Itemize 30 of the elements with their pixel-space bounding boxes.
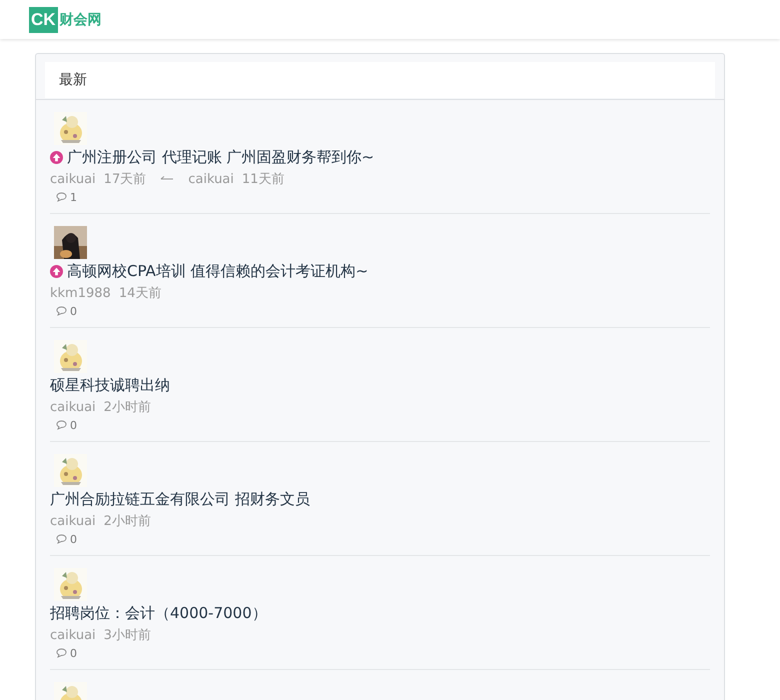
comment-icon	[56, 648, 67, 658]
post-title[interactable]: 广州注册公司 代理记账 广州固盈财务帮到你~	[67, 148, 374, 166]
post-title[interactable]: 招聘岗位：会计（4000-7000）	[50, 604, 267, 622]
post-time: 2小时前	[104, 399, 151, 416]
post-title[interactable]: 硕星科技诚聘出纳	[50, 376, 170, 394]
post-time: 17天前	[104, 171, 146, 188]
post-title[interactable]: 广州合励拉链五金有限公司 招财务文员	[50, 490, 310, 508]
comment-count: 0	[70, 532, 77, 546]
comment-icon	[56, 420, 67, 430]
author-name[interactable]: caikuai	[50, 400, 96, 414]
author-name[interactable]: caikuai	[50, 628, 96, 642]
author-name[interactable]: caikuai	[50, 514, 96, 528]
reply-author[interactable]: caikuai	[188, 172, 234, 186]
post-time: 2小时前	[104, 513, 151, 530]
heading-text: 最新	[59, 71, 87, 89]
comment-count: 0	[70, 646, 77, 660]
logo-name[interactable]: 财会网	[60, 10, 102, 28]
author-name[interactable]: caikuai	[50, 172, 96, 186]
post-time: 3小时前	[104, 627, 151, 644]
comment-icon	[56, 534, 67, 544]
comment-count: 0	[70, 418, 77, 432]
post-title[interactable]: 高顿网校CPA培训 值得信赖的会计考证机构~	[67, 262, 368, 280]
comment-count: 0	[70, 304, 77, 318]
comment-count: 1	[70, 190, 77, 204]
logo-mark[interactable]: CK	[29, 6, 58, 32]
comment-icon	[56, 306, 67, 316]
post-time: 14天前	[118, 285, 162, 302]
comment-icon	[56, 192, 67, 202]
reply-time: 11天前	[242, 171, 284, 188]
author-name[interactable]: kkm1988	[50, 286, 111, 300]
